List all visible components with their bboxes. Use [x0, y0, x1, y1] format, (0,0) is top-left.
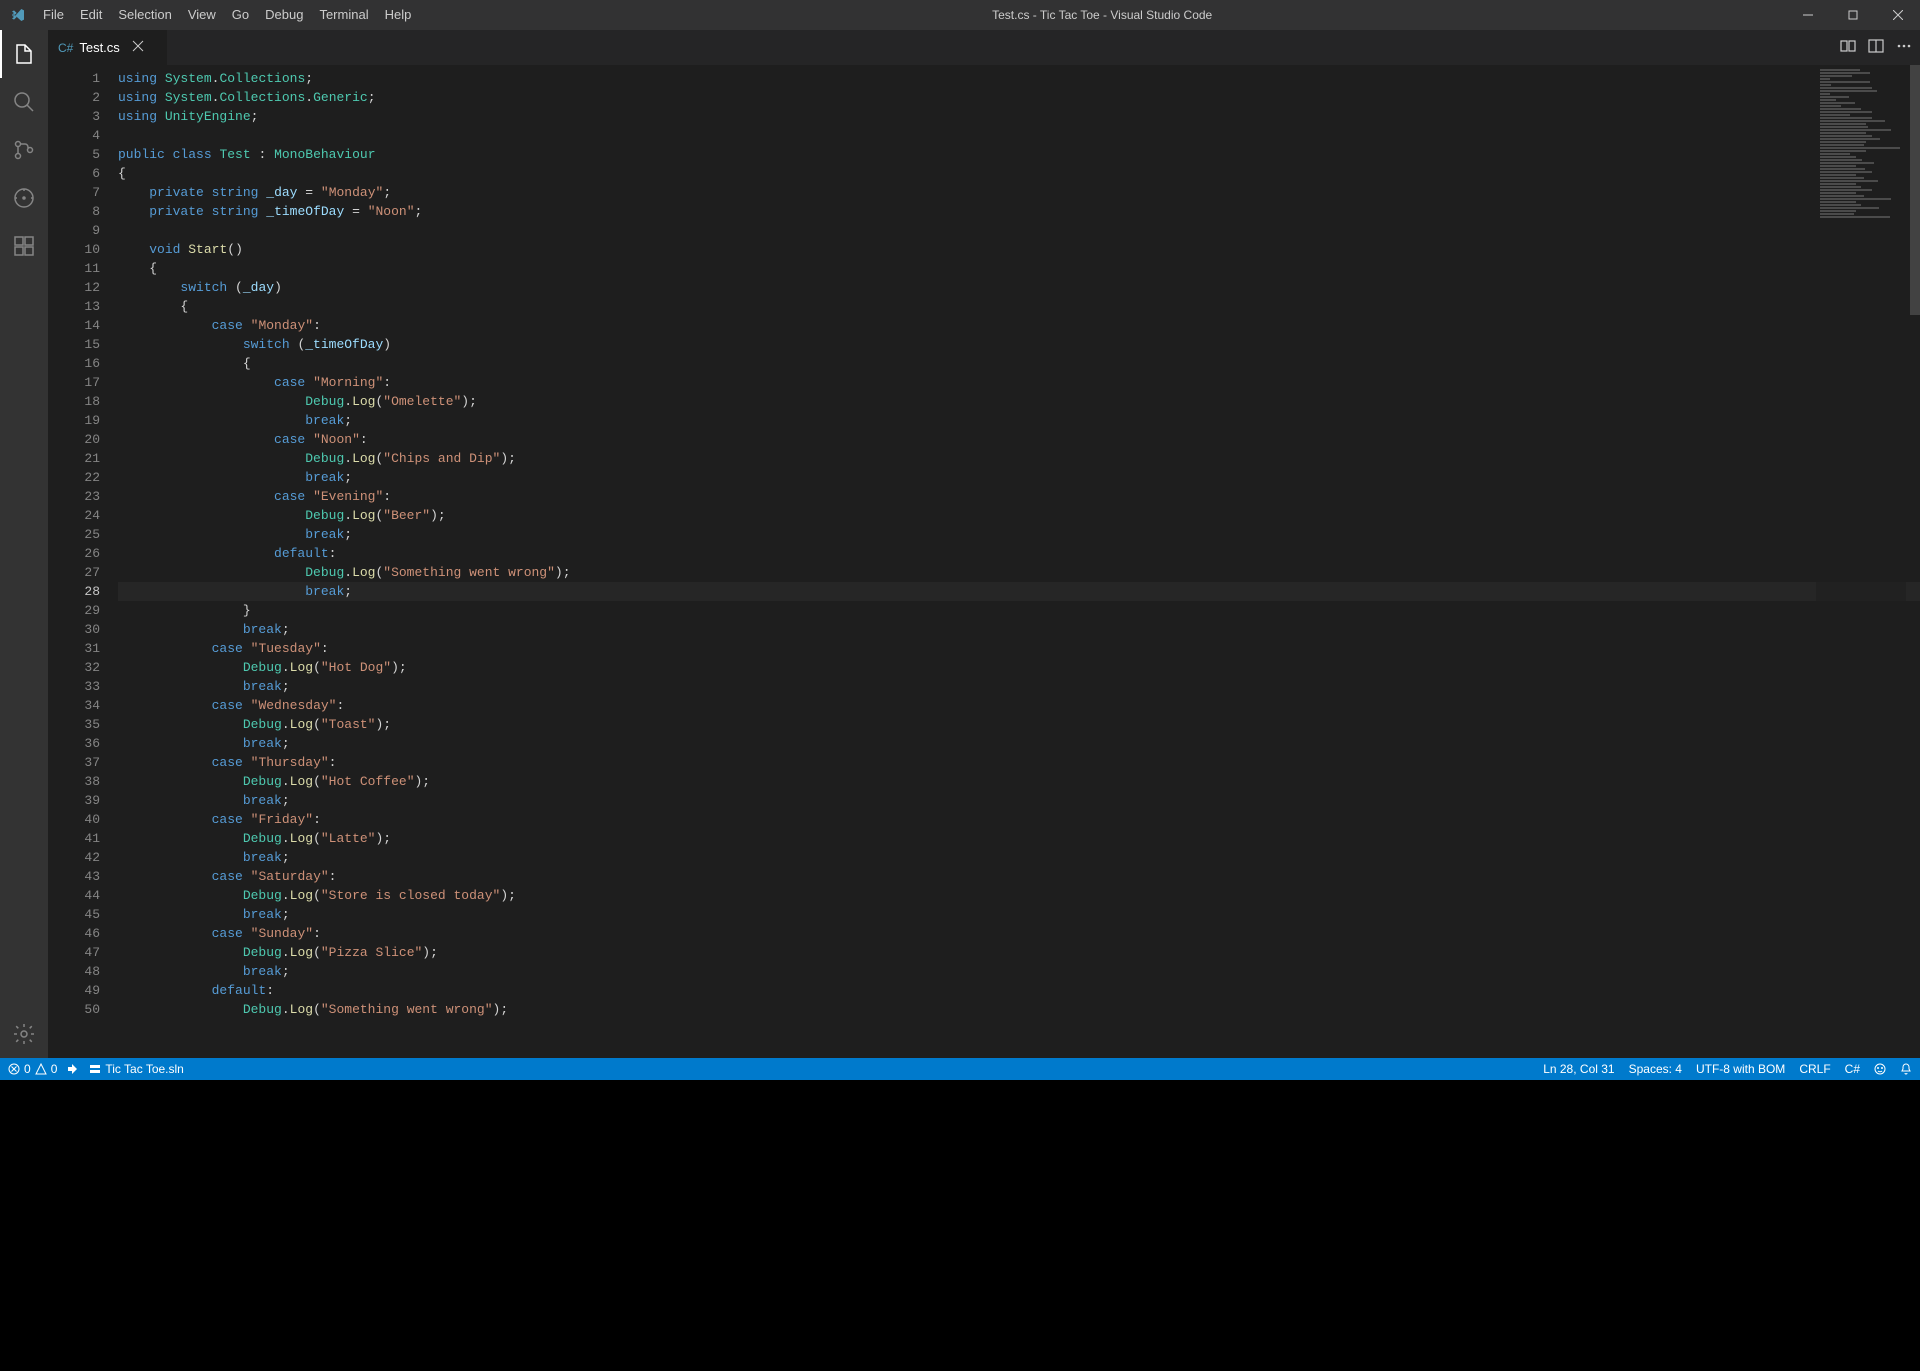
compare-changes-icon[interactable] — [1840, 38, 1856, 57]
menu-item-debug[interactable]: Debug — [257, 0, 311, 30]
menu-item-edit[interactable]: Edit — [72, 0, 110, 30]
title-bar: FileEditSelectionViewGoDebugTerminalHelp… — [0, 0, 1920, 30]
explorer-icon[interactable] — [0, 30, 48, 78]
minimap[interactable] — [1816, 69, 1906, 1058]
status-problems[interactable]: 0 0 — [8, 1062, 57, 1076]
tab-file-name: Test.cs — [79, 40, 119, 55]
status-bar: 0 0 Tic Tac Toe.sln Ln 28, Col 31 Spaces… — [0, 1058, 1920, 1080]
status-feedback-icon[interactable] — [1874, 1063, 1886, 1075]
editor-area: C# Test.cs 12345678910111213141516171819… — [48, 30, 1920, 1058]
code-content[interactable]: using System.Collections;using System.Co… — [118, 65, 1920, 1058]
menu-item-view[interactable]: View — [180, 0, 224, 30]
menu-item-selection[interactable]: Selection — [110, 0, 179, 30]
vscode-logo-icon — [0, 7, 35, 23]
status-eol[interactable]: CRLF — [1799, 1062, 1830, 1076]
tab-test-cs[interactable]: C# Test.cs — [48, 30, 168, 65]
status-indentation[interactable]: Spaces: 4 — [1629, 1062, 1682, 1076]
csharp-file-icon: C# — [58, 41, 73, 55]
search-icon[interactable] — [0, 78, 48, 126]
vertical-scrollbar[interactable] — [1906, 65, 1920, 1058]
tabs-row: C# Test.cs — [48, 30, 1920, 65]
maximize-button[interactable] — [1830, 0, 1875, 30]
menu-item-terminal[interactable]: Terminal — [311, 0, 376, 30]
editor-viewport[interactable]: 1234567891011121314151617181920212223242… — [48, 65, 1920, 1058]
window-title: Test.cs - Tic Tac Toe - Visual Studio Co… — [419, 8, 1785, 22]
extensions-icon[interactable] — [0, 222, 48, 270]
split-editor-icon[interactable] — [1868, 38, 1884, 57]
status-language[interactable]: C# — [1845, 1062, 1860, 1076]
status-encoding[interactable]: UTF-8 with BOM — [1696, 1062, 1785, 1076]
line-number-gutter: 1234567891011121314151617181920212223242… — [48, 65, 118, 1058]
status-live-share[interactable] — [67, 1063, 79, 1075]
menu-item-file[interactable]: File — [35, 0, 72, 30]
source-control-icon[interactable] — [0, 126, 48, 174]
status-solution[interactable]: Tic Tac Toe.sln — [89, 1062, 183, 1076]
minimize-button[interactable] — [1785, 0, 1830, 30]
close-button[interactable] — [1875, 0, 1920, 30]
status-notifications-icon[interactable] — [1900, 1063, 1912, 1075]
status-cursor-position[interactable]: Ln 28, Col 31 — [1543, 1062, 1614, 1076]
menu-item-go[interactable]: Go — [224, 0, 257, 30]
more-actions-icon[interactable] — [1896, 38, 1912, 57]
close-tab-icon[interactable] — [132, 40, 144, 55]
menu-item-help[interactable]: Help — [377, 0, 420, 30]
activity-bar — [0, 30, 48, 1058]
settings-gear-icon[interactable] — [0, 1010, 48, 1058]
debug-icon[interactable] — [0, 174, 48, 222]
menu-bar: FileEditSelectionViewGoDebugTerminalHelp — [35, 0, 419, 30]
